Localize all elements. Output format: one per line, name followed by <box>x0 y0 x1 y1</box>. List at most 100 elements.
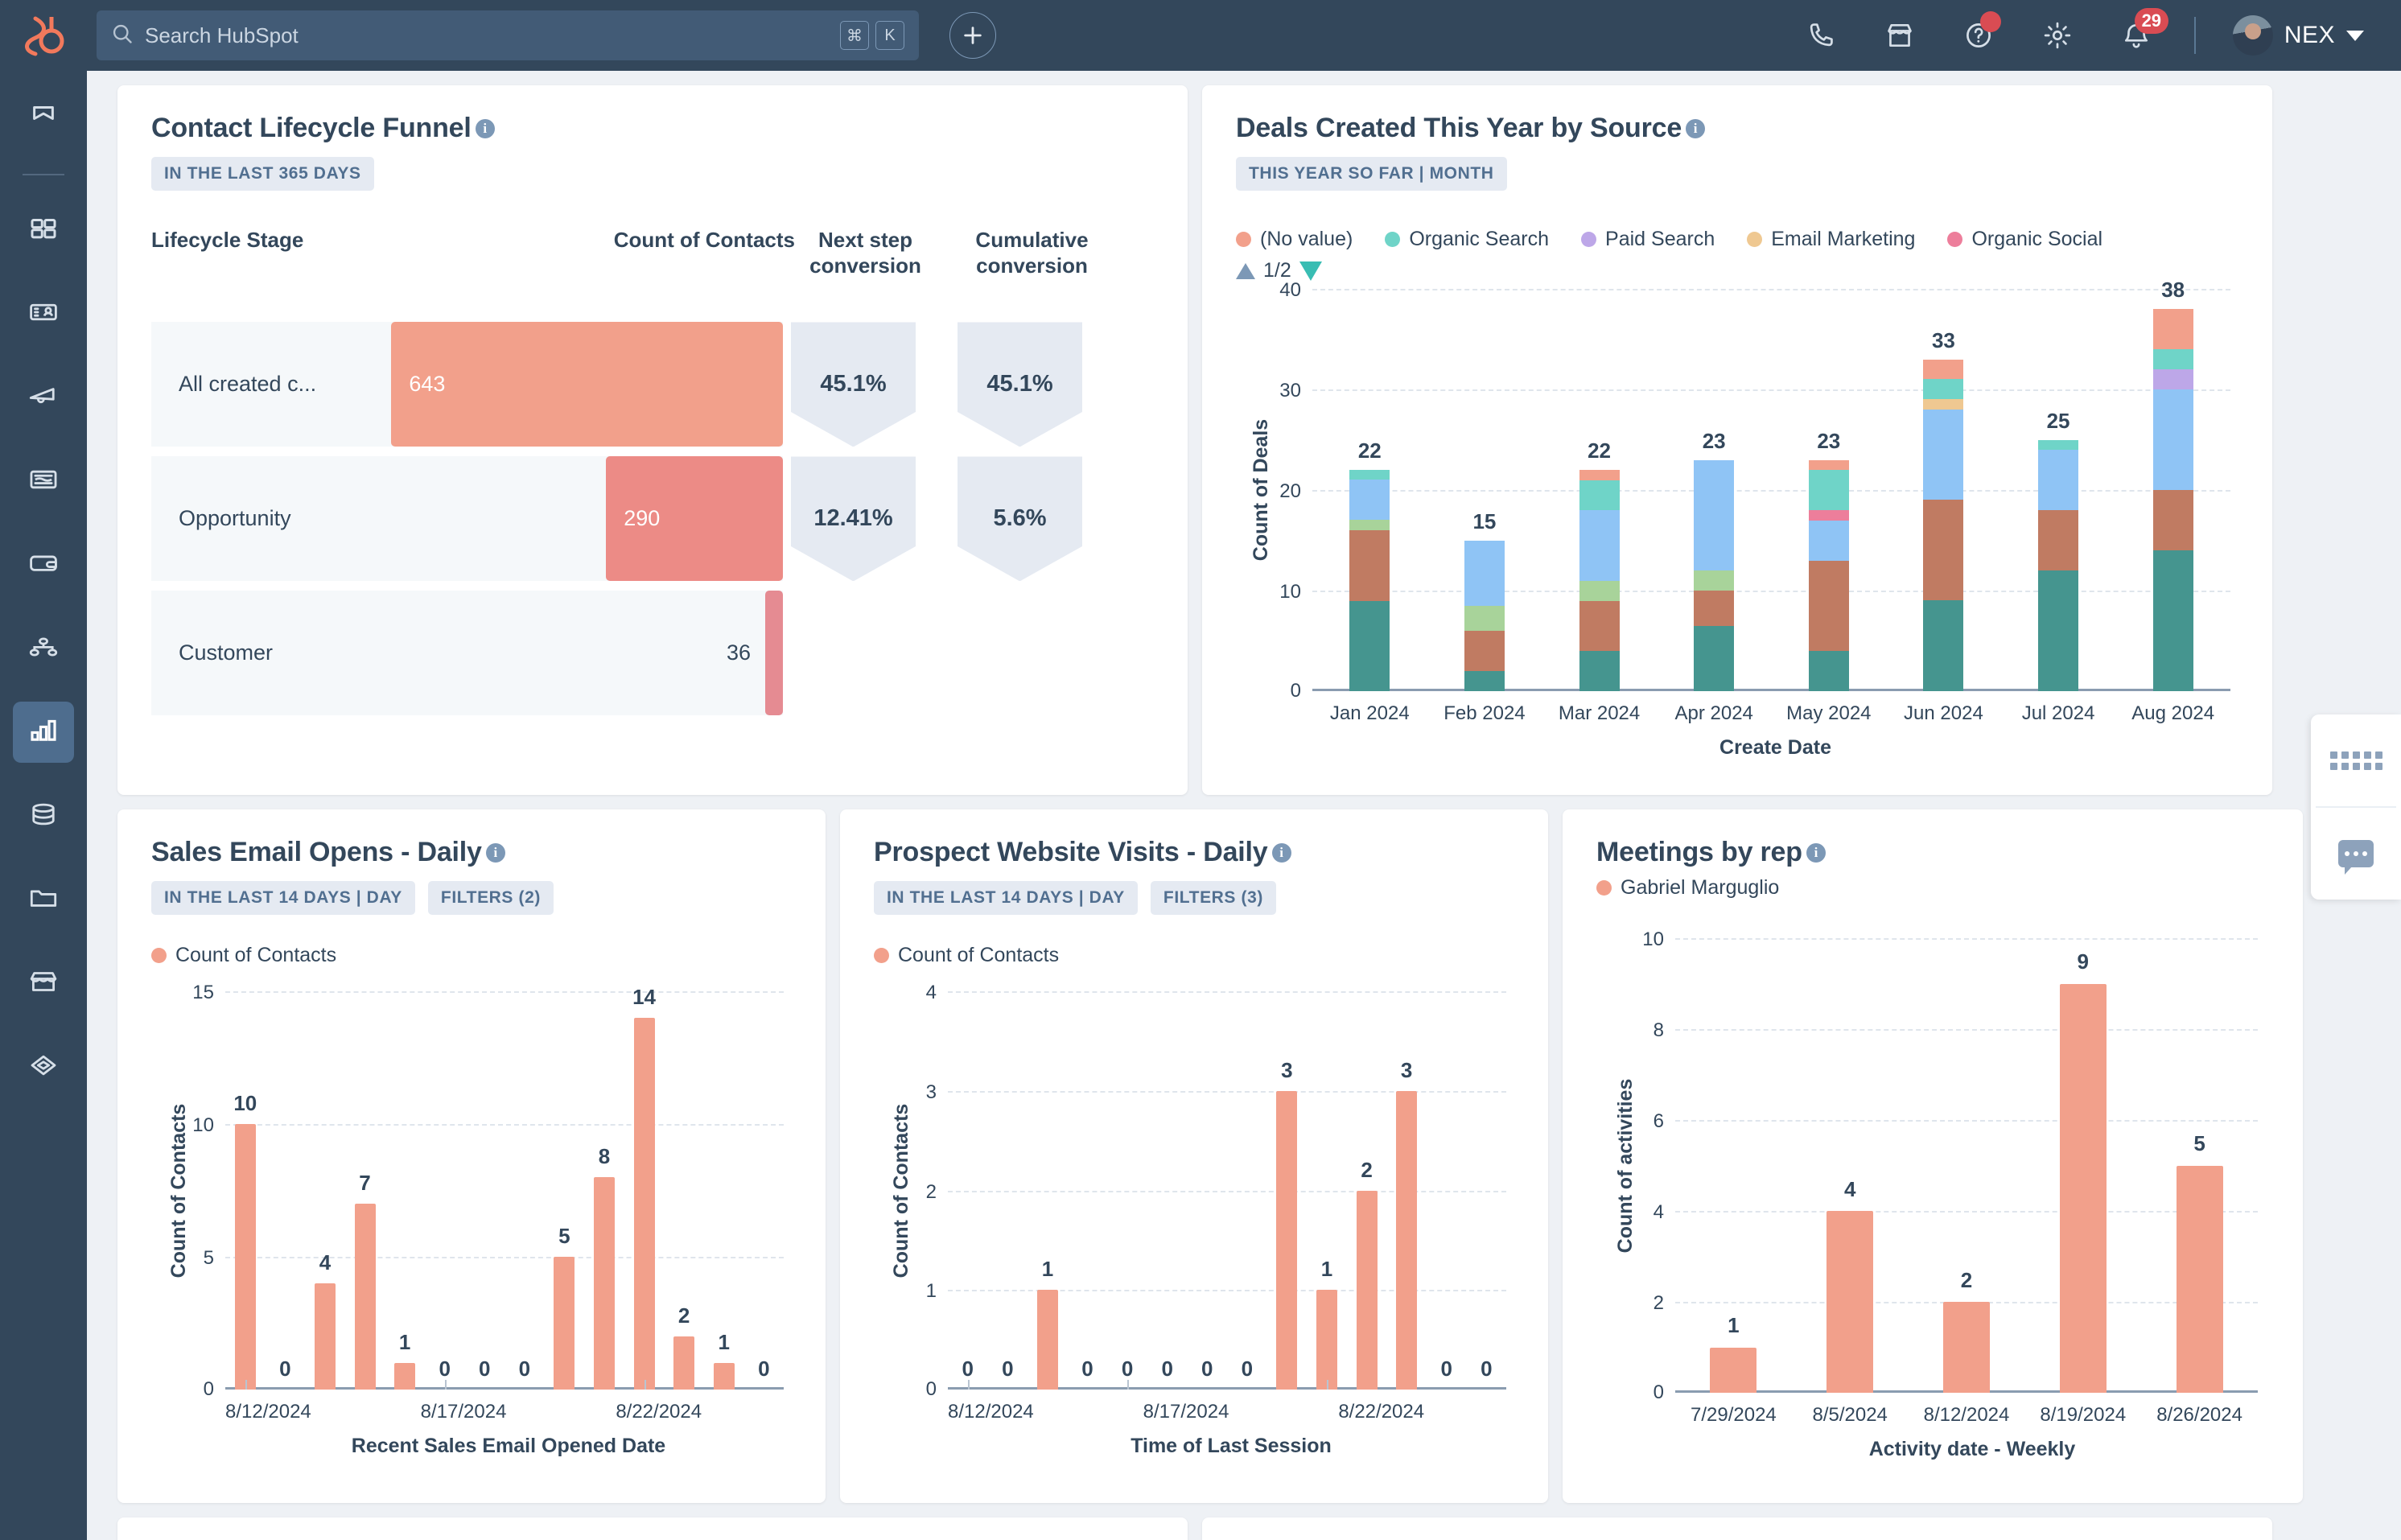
bar-slot[interactable]: 0 <box>1107 991 1147 1390</box>
legend-item[interactable]: (No value) <box>1236 228 1353 251</box>
marketplace-icon[interactable] <box>1879 14 1921 56</box>
help-icon[interactable]: • <box>1958 11 2001 56</box>
bar-slot[interactable]: 1 <box>1307 991 1347 1390</box>
bar-slot[interactable]: 2 <box>1347 991 1387 1390</box>
bar-slot[interactable]: 0 <box>1227 991 1267 1390</box>
bar-slot[interactable]: 0 <box>504 991 545 1390</box>
card-placeholder[interactable] <box>117 1517 1188 1540</box>
bar-slot[interactable]: 3 <box>1386 991 1427 1390</box>
sidebar-item-crm[interactable] <box>13 283 74 344</box>
bar-slot[interactable]: 38 <box>2115 278 2230 691</box>
bar-slot[interactable]: 3 <box>1267 991 1308 1390</box>
bar-slot[interactable]: 0 <box>1147 991 1188 1390</box>
bar-slot[interactable]: 33 <box>1886 289 2001 691</box>
funnel-row[interactable]: All created c... 643 45.1% 45.1% <box>151 322 1154 447</box>
bar-slot[interactable]: 0 <box>948 991 988 1390</box>
segment-rust <box>1579 600 1620 651</box>
card-placeholder[interactable] <box>1202 1517 2272 1540</box>
bar-slot[interactable]: 7 <box>345 991 385 1390</box>
apps-grid-button[interactable] <box>2311 714 2401 806</box>
sidebar-item-bookmarks[interactable] <box>13 87 74 148</box>
bar-slot[interactable]: 0 <box>464 991 504 1390</box>
sidebar-item-content[interactable] <box>13 451 74 512</box>
bar-slot[interactable]: 0 <box>744 991 785 1390</box>
sidebar-item-marketing[interactable] <box>13 367 74 428</box>
bar-slot[interactable]: 9 <box>2024 938 2141 1393</box>
chip-filters[interactable]: FILTERS (3) <box>1150 881 1276 915</box>
chat-button[interactable] <box>2311 808 2401 900</box>
bar-slot[interactable]: 15 <box>1427 289 1542 691</box>
bar-slot[interactable]: 4 <box>305 991 345 1390</box>
bar-slot[interactable]: 0 <box>1427 991 1467 1390</box>
chip-date-range[interactable]: THIS YEAR SO FAR | MONTH <box>1236 157 1507 191</box>
bar-slot[interactable]: 1 <box>385 991 425 1390</box>
bar-slot[interactable]: 1 <box>1028 991 1068 1390</box>
sidebar-item-workspaces[interactable] <box>13 200 74 261</box>
funnel-row[interactable]: Opportunity 290 12.41% 5.6% <box>151 456 1154 582</box>
bar-slot[interactable]: 1 <box>1675 938 1792 1393</box>
funnel-row[interactable]: Customer 36 <box>151 591 1154 716</box>
bar-slot[interactable]: 1 <box>704 991 744 1390</box>
bar-slot[interactable]: 0 <box>1467 991 1507 1390</box>
legend-item[interactable]: Paid Search <box>1581 228 1715 251</box>
legend-item[interactable]: Organic Search <box>1385 228 1549 251</box>
x-axis-title: Activity date - Weekly <box>1868 1438 2076 1460</box>
bar-slot[interactable]: 0 <box>266 991 306 1390</box>
legend-item[interactable]: Gabriel Marguglio <box>1596 876 1779 900</box>
bar-slot[interactable]: 0 <box>425 991 465 1390</box>
bar-slot[interactable]: 23 <box>1657 289 1772 691</box>
info-icon[interactable]: i <box>485 842 505 863</box>
bar-slot[interactable]: 5 <box>545 991 585 1390</box>
sidebar-item-marketplace[interactable] <box>13 953 74 1014</box>
notifications-bell-icon[interactable]: 29 <box>2115 8 2168 56</box>
bar-slot[interactable]: 5 <box>2141 938 2258 1393</box>
info-icon[interactable]: i <box>475 118 495 138</box>
bar-slot[interactable]: 10 <box>225 991 266 1390</box>
x-axis-tick: 8/22/2024 <box>616 1401 702 1423</box>
legend-item[interactable]: Count of Contacts <box>874 944 1059 967</box>
legend-next-icon[interactable] <box>1299 261 1322 281</box>
bar-slot[interactable]: 22 <box>1542 289 1657 691</box>
chip-date-range[interactable]: IN THE LAST 14 DAYS | DAY <box>151 881 415 915</box>
sidebar-item-library[interactable] <box>13 869 74 930</box>
info-icon[interactable]: i <box>1271 842 1291 863</box>
bar-slot[interactable]: 4 <box>1792 938 1909 1393</box>
bar-value-label: 14 <box>632 984 657 1009</box>
sidebar-item-commerce[interactable] <box>13 534 74 595</box>
search-input[interactable] <box>145 23 829 48</box>
bar-total-label: 22 <box>1357 439 1382 463</box>
bar-slot[interactable]: 0 <box>1068 991 1108 1390</box>
bar-slot[interactable]: 2 <box>664 991 704 1390</box>
funnel-stage-label: Opportunity <box>179 506 291 531</box>
hubspot-logo[interactable] <box>0 14 87 57</box>
global-search[interactable]: ⌘ K <box>97 10 919 60</box>
sidebar-item-automation[interactable] <box>13 618 74 679</box>
bar-slot[interactable]: 8 <box>584 991 624 1390</box>
bar-slot[interactable]: 22 <box>1312 289 1427 691</box>
settings-gear-icon[interactable] <box>2037 14 2078 56</box>
bar-slot[interactable]: 14 <box>624 985 665 1390</box>
bar-slot[interactable]: 23 <box>1772 289 1887 691</box>
info-icon[interactable]: i <box>1806 842 1826 863</box>
segment-organic-search <box>1349 470 1390 480</box>
bar-slot[interactable]: 0 <box>988 991 1028 1390</box>
info-icon[interactable]: i <box>1686 118 1706 138</box>
bar-slot[interactable]: 25 <box>2001 289 2116 691</box>
phone-icon[interactable] <box>1800 14 1842 56</box>
legend-item[interactable]: Organic Social <box>1947 228 2102 251</box>
funnel-cumulative-conversion: 5.6% <box>949 456 1090 582</box>
chip-date-range[interactable]: IN THE LAST 365 DAYS <box>151 157 374 191</box>
legend-item[interactable]: Email Marketing <box>1747 228 1915 251</box>
legend-item[interactable]: Count of Contacts <box>151 944 336 967</box>
y-axis-title: Count of Contacts <box>167 1103 190 1278</box>
sidebar-item-reporting[interactable] <box>13 702 74 763</box>
sidebar-item-data-management[interactable] <box>13 785 74 846</box>
chip-filters[interactable]: FILTERS (2) <box>427 881 554 915</box>
create-new-button[interactable] <box>949 12 996 59</box>
bar-slot[interactable]: 2 <box>1909 938 2025 1393</box>
account-menu[interactable]: NEX <box>2232 15 2364 56</box>
chip-date-range[interactable]: IN THE LAST 14 DAYS | DAY <box>874 881 1138 915</box>
bar-slot[interactable]: 0 <box>1187 991 1227 1390</box>
legend-prev-icon[interactable] <box>1236 262 1255 279</box>
sidebar-item-partner[interactable] <box>13 1036 74 1097</box>
